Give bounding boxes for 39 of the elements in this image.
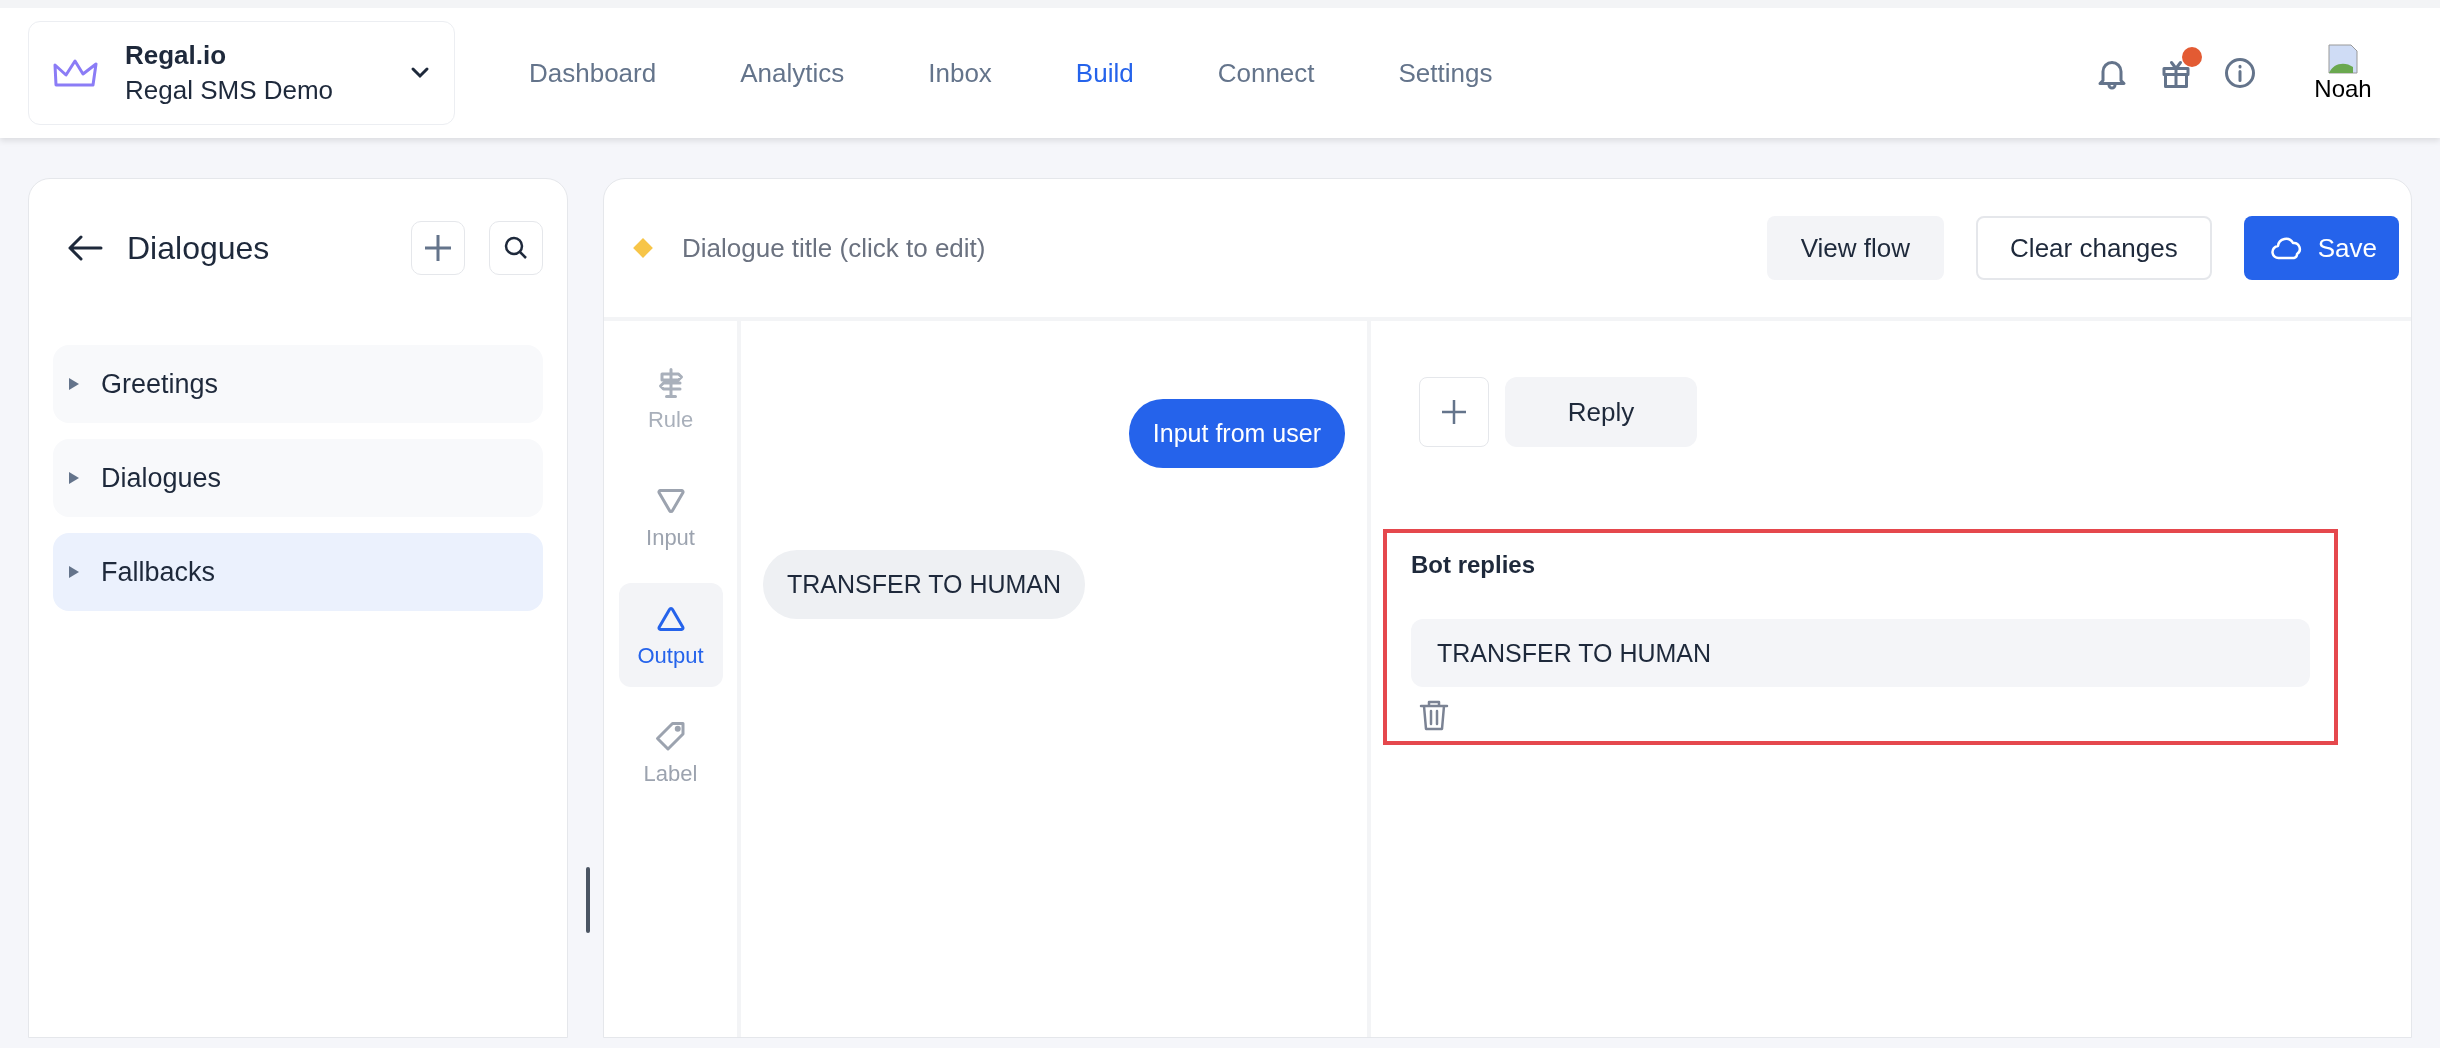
broken-image-icon [2327, 43, 2359, 75]
trash-icon[interactable] [1419, 699, 1449, 731]
crown-icon [53, 57, 99, 89]
back-arrow-icon[interactable] [67, 234, 103, 262]
nav-tab[interactable]: Build [1039, 57, 1182, 89]
plus-icon [423, 233, 453, 263]
search-icon [503, 235, 529, 261]
reply-button[interactable]: Reply [1505, 377, 1697, 447]
cloud-icon [2269, 235, 2304, 261]
sidebar-title: Dialogues [127, 229, 271, 267]
sidebar-item-label: Greetings [101, 368, 219, 400]
nav-tab[interactable]: Connect [1181, 57, 1363, 89]
add-button[interactable] [411, 221, 465, 275]
save-button[interactable]: Save [2243, 216, 2399, 280]
reply-field[interactable]: TRANSFER TO HUMAN [1411, 619, 2310, 687]
sidebar-item[interactable]: Fallbacks [53, 533, 543, 611]
plus-icon [1439, 397, 1469, 427]
sidebar-item[interactable]: Dialogues [53, 439, 543, 517]
chevron-down-icon [410, 66, 430, 80]
nav-tab[interactable]: Inbox [892, 57, 1040, 89]
sidebar-item-label: Fallbacks [101, 556, 216, 588]
resize-handle[interactable] [586, 867, 590, 933]
section-title: Bot replies [1411, 551, 1537, 579]
bot-message-bubble: TRANSFER TO HUMAN [763, 550, 1086, 619]
search-button[interactable] [489, 221, 543, 275]
info-icon[interactable] [2222, 55, 2258, 91]
tool-button[interactable]: Output [618, 583, 723, 687]
sidebar-item[interactable]: Greetings [53, 345, 543, 423]
clear-changes-button[interactable]: Clear changes [1976, 216, 2212, 280]
workspace-selector[interactable]: Regal.io Regal SMS Demo [28, 21, 455, 125]
nav-tab[interactable]: Analytics [704, 57, 893, 89]
user-message-bubble: Input from user [1128, 399, 1345, 468]
avatar-alt-text: Noah [2314, 75, 2372, 103]
nav-tab[interactable]: Settings [1362, 57, 1541, 89]
workspace-subtitle: Regal SMS Demo [125, 75, 335, 106]
sidebar-item-label: Dialogues [101, 462, 222, 494]
view-flow-button[interactable]: View flow [1766, 216, 1945, 280]
workspace-name: Regal.io [125, 40, 228, 71]
nav-tab[interactable]: Dashboard [493, 57, 705, 89]
